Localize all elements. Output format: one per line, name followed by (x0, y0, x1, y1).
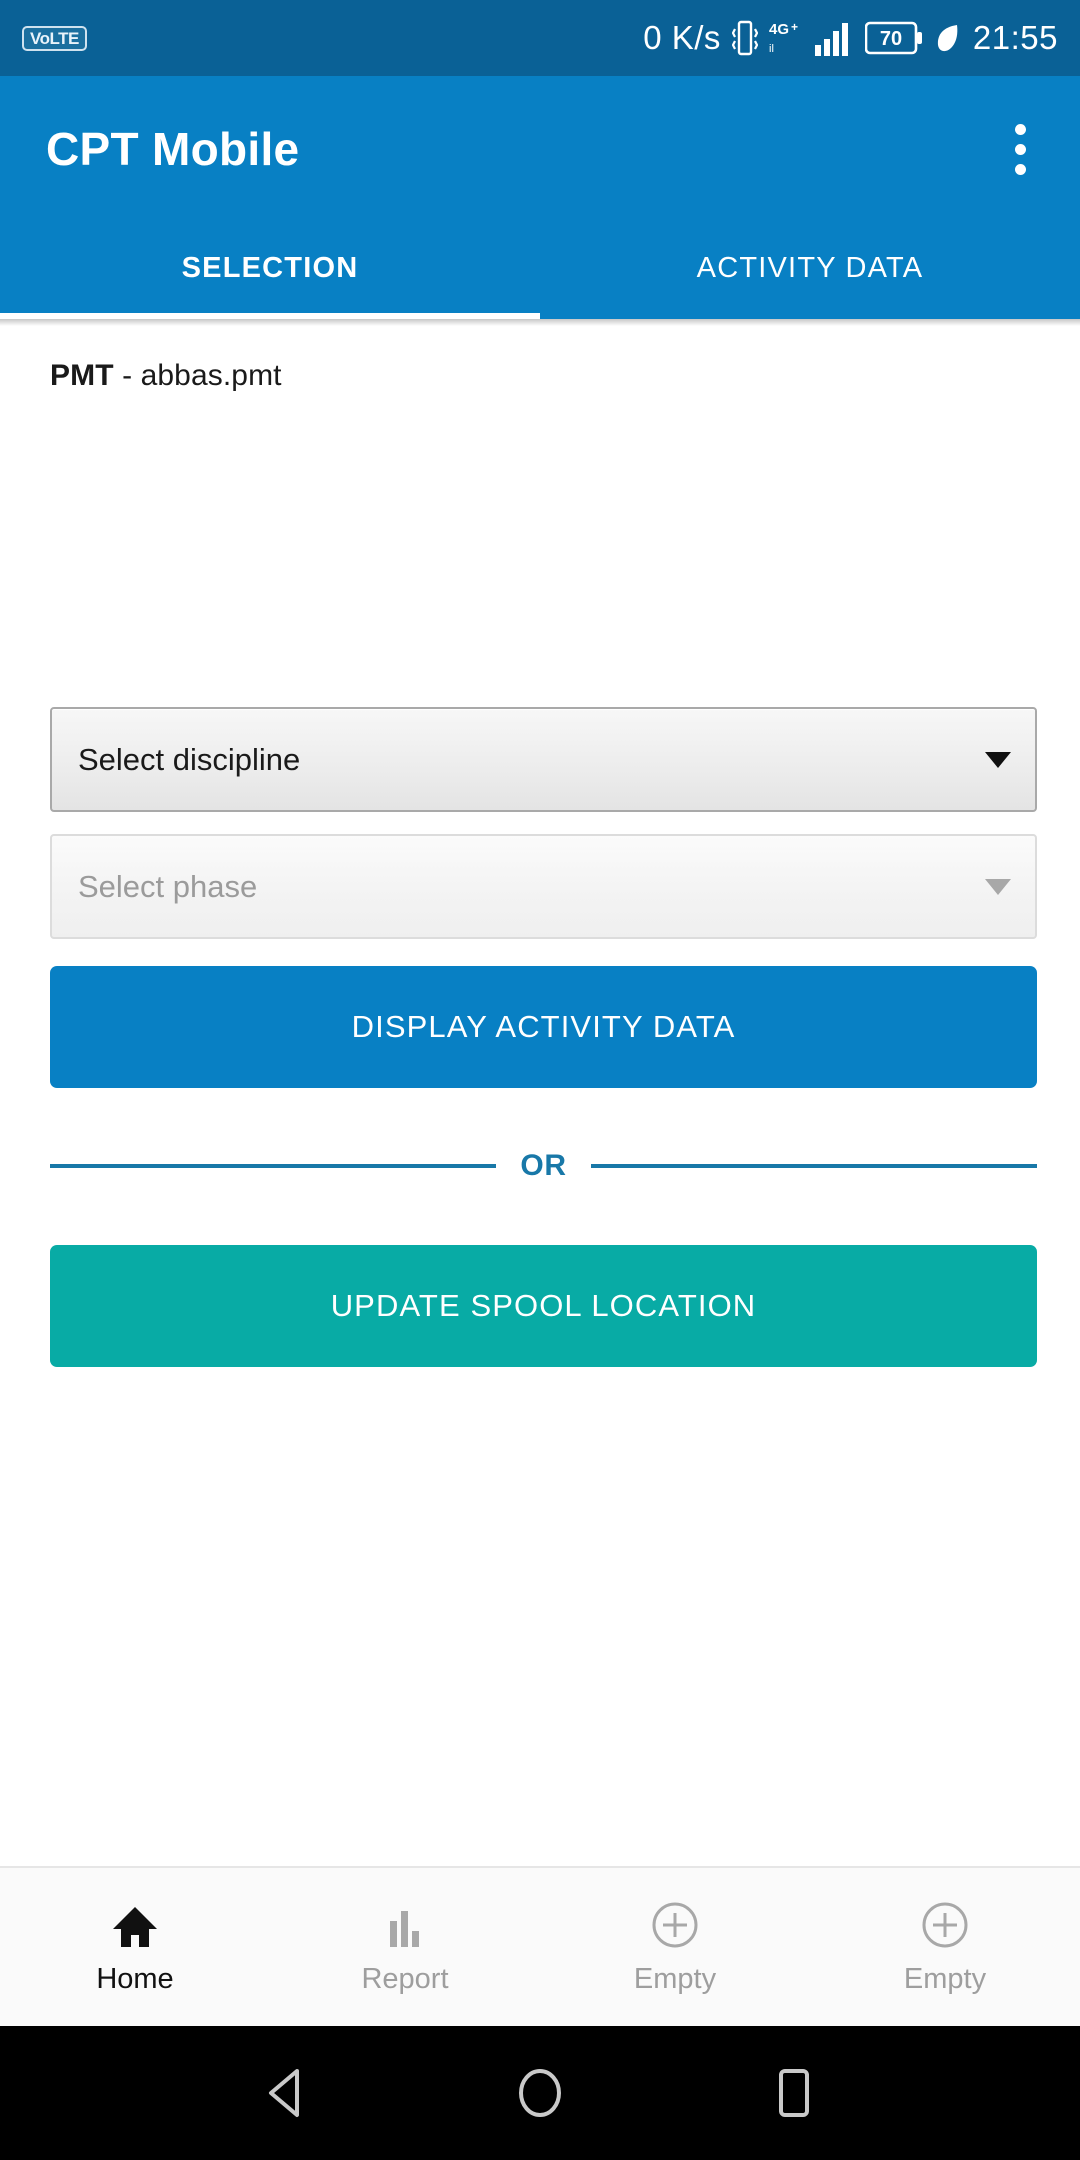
plus-circle-icon (919, 1899, 971, 1951)
tab-active-indicator (0, 313, 540, 319)
nav-item-empty-1-label: Empty (633, 1962, 717, 1995)
clock-text: 21:55 (972, 19, 1058, 56)
network-type-label: 4G + il (769, 18, 803, 58)
nav-item-home[interactable]: Home (0, 1899, 270, 1996)
battery-level-text: 70 (880, 28, 902, 50)
svg-text:il: il (769, 43, 774, 55)
page-title: CPT Mobile (46, 123, 300, 175)
nav-item-empty-2-label: Empty (903, 1962, 987, 1995)
form-spacer (50, 939, 1037, 966)
home-icon (109, 1899, 161, 1951)
discipline-select[interactable]: Select discipline (50, 707, 1037, 812)
back-triangle-icon[interactable] (259, 2065, 313, 2121)
phase-select[interactable]: Select phase (50, 834, 1037, 939)
status-bar: VoLTE 0 K/s 4G + il 70 21:55 (0, 0, 1080, 76)
pmt-file-label: PMT - abbas.pmt (50, 326, 1030, 393)
phone-screen: VoLTE 0 K/s 4G + il 70 21:55 CPT Mobile … (0, 0, 1080, 2160)
status-bar-right-cluster: 0 K/s 4G + il 70 21:55 (643, 18, 1058, 58)
tab-bar-shadow (0, 319, 1080, 326)
nav-item-empty-1[interactable]: Empty (540, 1899, 810, 1996)
tab-activity-data[interactable]: ACTIVITY DATA (540, 222, 1080, 319)
chevron-down-icon (985, 878, 1011, 895)
divider-line-right (590, 1164, 1038, 1168)
display-activity-data-button[interactable]: DISPLAY ACTIVITY DATA (50, 966, 1037, 1088)
plus-circle-icon (649, 1899, 701, 1951)
nav-item-report-label: Report (361, 1962, 449, 1995)
bar-chart-icon (382, 1899, 428, 1951)
selection-form: Select discipline Select phase DISPLAY A… (50, 707, 1038, 1367)
phase-select-value: Select phase (78, 868, 258, 904)
vibrate-icon (731, 19, 758, 57)
discipline-select-value: Select discipline (78, 741, 301, 777)
volte-icon: VoLTE (22, 25, 87, 51)
nav-item-report[interactable]: Report (270, 1899, 540, 1996)
network-speed-text: 0 K/s (643, 19, 721, 56)
app-bar: CPT Mobile (0, 76, 1080, 222)
form-spacer (50, 812, 1037, 834)
divider-label: OR (520, 1149, 567, 1182)
home-circle-icon[interactable] (513, 2065, 567, 2121)
pmt-key: PMT (50, 359, 114, 392)
update-spool-location-button[interactable]: UPDATE SPOOL LOCATION (50, 1245, 1037, 1367)
recents-square-icon[interactable] (767, 2065, 821, 2121)
tab-bar: SELECTION ACTIVITY DATA (0, 222, 1080, 319)
main-content: PMT - abbas.pmt Select discipline Select… (0, 326, 1080, 1866)
divider-line-left (50, 1164, 497, 1168)
pmt-value: abbas.pmt (140, 359, 282, 392)
nav-item-empty-2[interactable]: Empty (810, 1899, 1080, 1996)
more-vertical-icon[interactable] (1005, 110, 1036, 189)
svg-text:4G: 4G (769, 21, 789, 38)
signal-bars-icon (814, 20, 854, 56)
android-system-nav (0, 2026, 1080, 2160)
overflow-dot (1015, 143, 1026, 155)
or-divider: OR (50, 1149, 1038, 1183)
overflow-dot (1015, 123, 1026, 135)
bottom-navigation: Home Report Empty Empty (0, 1866, 1080, 2026)
pmt-separator: - (113, 359, 141, 392)
leaf-icon (934, 21, 962, 55)
svg-text:+: + (791, 20, 798, 34)
chevron-down-icon (985, 751, 1011, 768)
tab-selection[interactable]: SELECTION (0, 222, 540, 319)
overflow-dot (1015, 163, 1026, 175)
battery-icon: 70 (864, 21, 923, 55)
nav-item-home-label: Home (96, 1962, 174, 1995)
